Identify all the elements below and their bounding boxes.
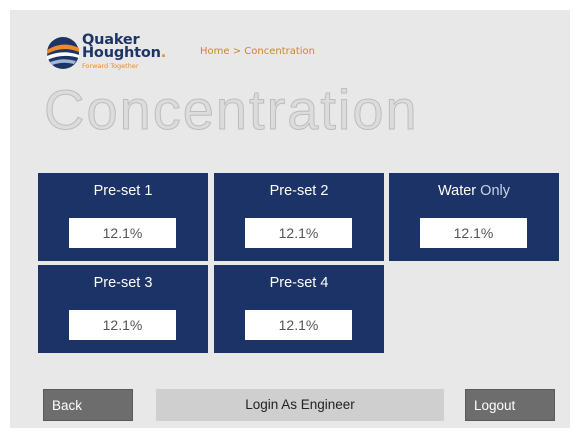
logout-button[interactable]: Logout bbox=[465, 389, 555, 421]
logo-tagline: Forward Together bbox=[82, 62, 139, 70]
preset-4-tile[interactable]: Pre-set 4 bbox=[214, 265, 384, 353]
water-only-label: Water Only bbox=[438, 183, 510, 199]
preset-1-tile[interactable]: Pre-set 1 bbox=[38, 173, 208, 261]
water-only-tile[interactable]: Water Only bbox=[389, 173, 559, 261]
water-only-concentration-field[interactable] bbox=[420, 218, 527, 248]
logo-text-houghton: Houghton. bbox=[82, 45, 167, 61]
preset-3-tile[interactable]: Pre-set 3 bbox=[38, 265, 208, 353]
preset-1-concentration-field[interactable] bbox=[69, 218, 176, 248]
preset-4-concentration-field[interactable] bbox=[245, 310, 352, 340]
preset-3-concentration-field[interactable] bbox=[69, 310, 176, 340]
login-as-engineer-button[interactable]: Login As Engineer bbox=[156, 389, 444, 421]
back-button[interactable]: Back bbox=[43, 389, 133, 421]
preset-2-tile[interactable]: Pre-set 2 bbox=[214, 173, 384, 261]
preset-2-concentration-field[interactable] bbox=[245, 218, 352, 248]
preset-4-label: Pre-set 4 bbox=[269, 275, 329, 291]
preset-2-label: Pre-set 2 bbox=[269, 183, 329, 199]
quaker-houghton-logo: Quaker Houghton. Forward Together bbox=[46, 32, 166, 84]
preset-3-label: Pre-set 3 bbox=[93, 275, 153, 291]
preset-1-label: Pre-set 1 bbox=[93, 183, 153, 199]
breadcrumb: Home > Concentration bbox=[200, 46, 316, 57]
page-title: Concentration bbox=[44, 78, 419, 142]
quaker-houghton-logo-mark-icon bbox=[47, 37, 79, 69]
app-screen: Quaker Houghton. Forward Together Home >… bbox=[10, 10, 570, 428]
